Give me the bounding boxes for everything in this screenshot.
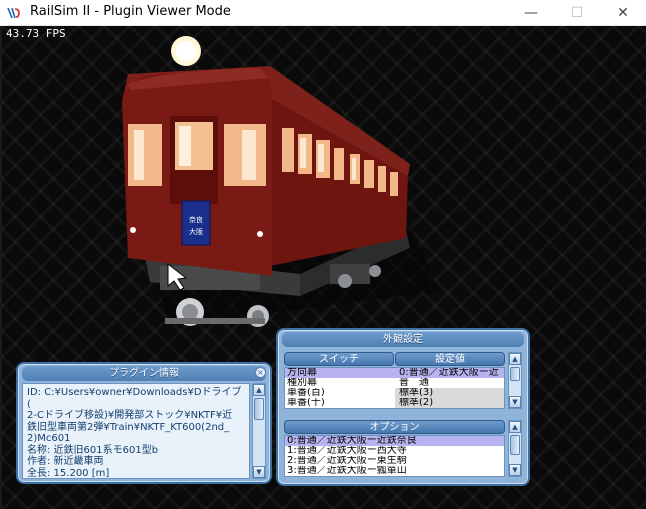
scroll-thumb[interactable] <box>254 398 264 420</box>
switch-list-scrollbar[interactable]: ▲ ▼ <box>508 352 522 409</box>
scroll-down-icon[interactable]: ▼ <box>509 396 521 408</box>
scroll-up-icon[interactable]: ▲ <box>253 384 265 396</box>
window-title: RailSim II - Plugin Viewer Mode <box>30 4 231 19</box>
scroll-up-icon[interactable]: ▲ <box>509 353 521 365</box>
scroll-thumb[interactable] <box>510 435 520 455</box>
window-left-border <box>0 26 2 509</box>
switch-column-header[interactable]: スイッチ <box>284 352 394 366</box>
maximize-button[interactable]: ☐ <box>554 0 600 26</box>
value-column-header[interactable]: 設定値 <box>395 352 505 366</box>
list-item[interactable]: 車番(百) 標準(3) <box>285 388 504 398</box>
railsim-app-icon <box>6 5 22 21</box>
close-button[interactable]: ✕ <box>600 0 646 26</box>
list-item[interactable]: 3:普通／近鉄大阪ー瓢箪山 <box>285 466 504 476</box>
scroll-down-icon[interactable]: ▼ <box>509 464 521 476</box>
close-icon[interactable]: × <box>255 367 266 378</box>
options-header[interactable]: オプション <box>284 420 505 434</box>
scroll-up-icon[interactable]: ▲ <box>509 421 521 433</box>
options-list[interactable]: 0:普通／近鉄大阪ー近鉄奈良 1:普通／近鉄大阪ー西大寺 2:普通／近鉄大阪ー東… <box>284 435 505 477</box>
appearance-title: 外観設定 <box>282 332 524 347</box>
plate-line1: 奈良 <box>189 215 203 224</box>
minimize-button[interactable]: — <box>508 0 554 26</box>
options-list-scrollbar[interactable]: ▲ ▼ <box>508 420 522 477</box>
appearance-settings-panel: 外観設定 スイッチ 設定値 方向幕 0:普通／近鉄大阪ー近 種別幕 普 通 車番… <box>276 328 530 486</box>
list-item[interactable]: 1:普通／近鉄大阪ー西大寺 <box>285 446 504 456</box>
plate-line2: 大阪 <box>189 227 203 236</box>
plugin-info-scrollbar[interactable]: ▲ ▼ <box>252 383 266 479</box>
list-item[interactable]: 0:普通／近鉄大阪ー近鉄奈良 <box>285 436 504 446</box>
scroll-thumb[interactable] <box>510 367 520 381</box>
list-item[interactable]: 方向幕 0:普通／近鉄大阪ー近 <box>285 368 504 378</box>
plugin-info-title: プラグイン情報 <box>22 366 266 381</box>
list-item[interactable]: 種別幕 普 通 <box>285 378 504 388</box>
plugin-info-text: ID: C:¥Users¥owner¥Downloads¥Dドライブ( 2-Cド… <box>22 383 250 479</box>
plugin-info-panel: プラグイン情報 × ID: C:¥Users¥owner¥Downloads¥D… <box>16 362 272 484</box>
scroll-down-icon[interactable]: ▼ <box>253 466 265 478</box>
switch-list[interactable]: 方向幕 0:普通／近鉄大阪ー近 種別幕 普 通 車番(百) 標準(3) 車番(十… <box>284 367 505 409</box>
list-item[interactable]: 車番(十) 標準(2) <box>285 398 504 408</box>
list-item[interactable]: 2:普通／近鉄大阪ー東生駒 <box>285 456 504 466</box>
title-bar: RailSim II - Plugin Viewer Mode — ☐ ✕ <box>0 0 646 26</box>
